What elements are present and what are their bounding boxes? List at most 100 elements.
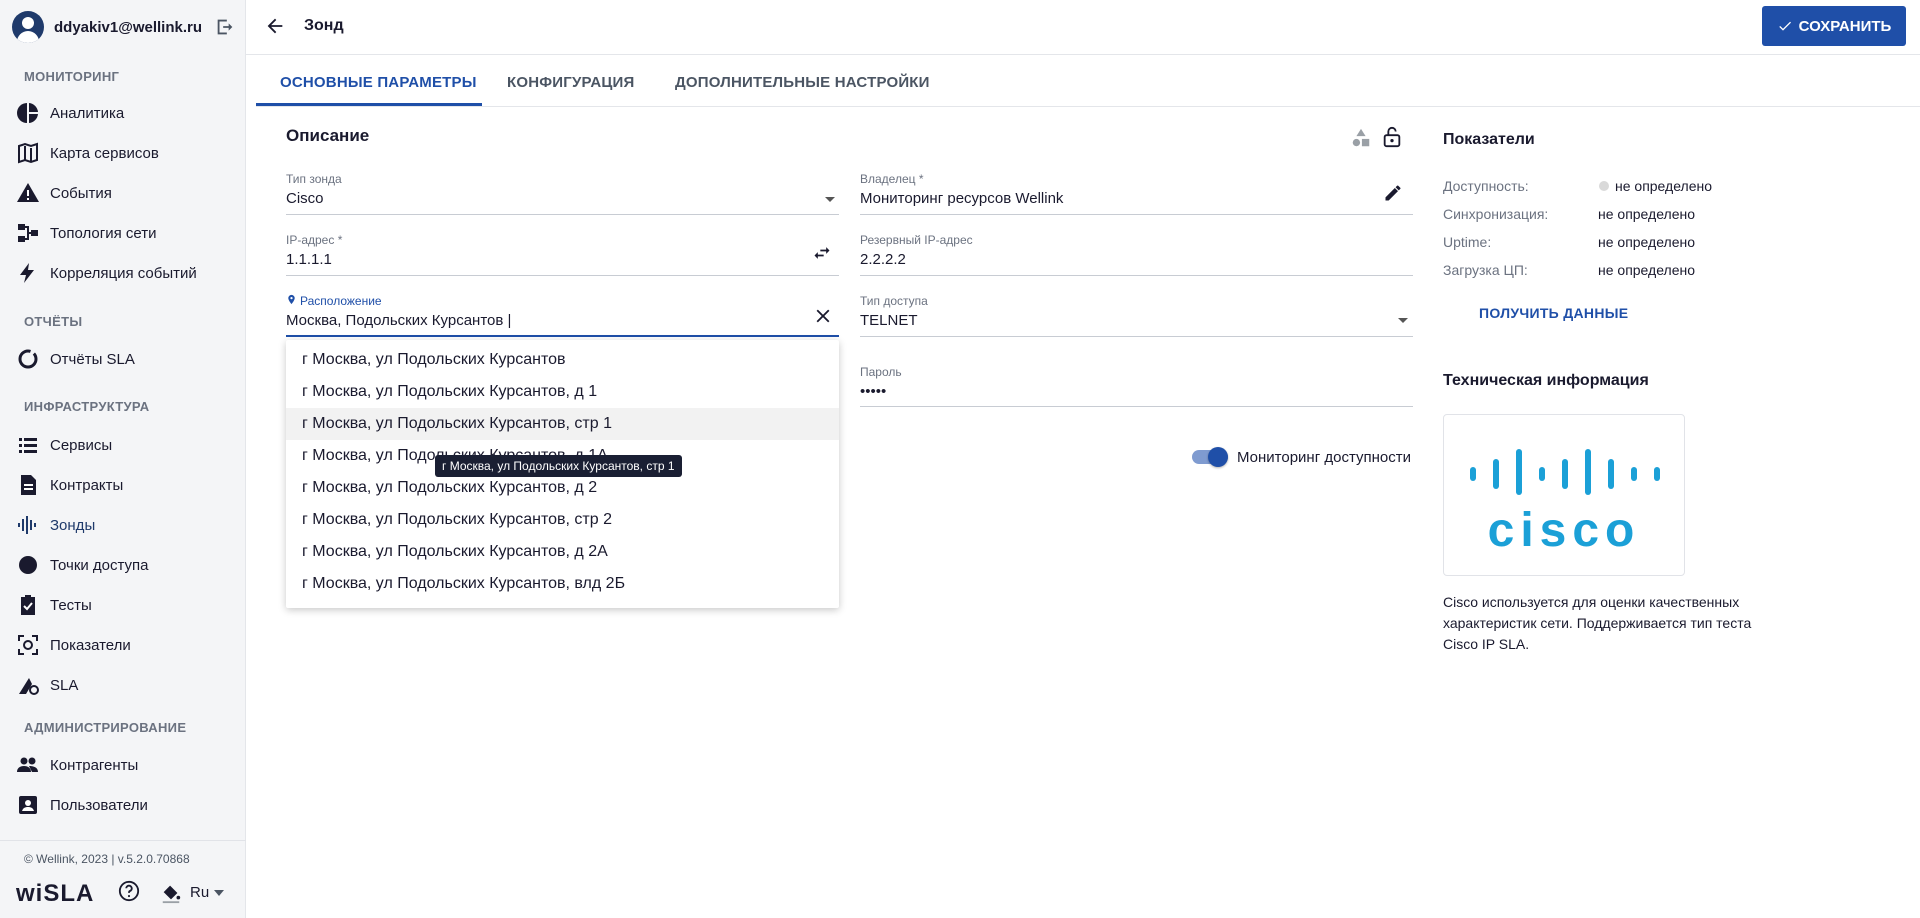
sidebar-item-probes[interactable]: Зонды [16,508,236,542]
shapes-icon[interactable] [1350,127,1372,149]
backup-ip-underline [860,275,1413,276]
location-input[interactable]: Москва, Подольских Курсантов | [286,312,511,329]
back-arrow-icon[interactable] [264,15,286,37]
sidebar-item-services[interactable]: Сервисы [16,428,236,462]
sidebar-item-label: Тесты [50,596,92,614]
access-type-underline [860,336,1413,337]
sidebar-item-metrics[interactable]: Показатели [16,628,236,662]
location-underline [286,335,839,337]
cisco-wordmark: cisco [1487,504,1641,557]
bolt-icon [20,263,34,283]
sidebar-item-access-points[interactable]: Точки доступа [16,548,236,582]
language-select[interactable]: Ru [190,884,209,901]
owner-field[interactable]: Мониторинг ресурсов Wellink [860,190,1063,207]
probe-type-label: Тип зонда [286,172,342,186]
suggestion-item[interactable]: г Москва, ул Подольских Курсантов, стр 2 [286,504,839,536]
sidebar-item-sla-reports[interactable]: Отчёты SLA [16,342,236,376]
user-badge-icon [19,796,37,814]
clipboard-check-icon [21,595,35,615]
description-title: Описание [286,126,370,145]
sidebar-item-topology[interactable]: Топология сети [16,216,236,250]
suggestion-item[interactable]: г Москва, ул Подольских Курсантов, влд 2… [286,568,839,600]
tab-main-params[interactable]: ОСНОВНЫЕ ПАРАМЕТРЫ [280,74,477,91]
owner-label: Владелец * [860,172,924,186]
availability-label: Доступность: [1443,178,1529,194]
cisco-bars-icon [1470,449,1660,495]
ip-label: IP-адрес * [286,233,343,247]
save-button[interactable]: СОХРАНИТЬ [1762,6,1906,46]
suggestion-item[interactable]: г Москва, ул Подольских Курсантов [286,344,839,376]
sidebar-item-label: Контракты [50,476,124,494]
sidebar-item-label: Пользователи [50,796,148,814]
sidebar-item-label: Зонды [50,516,96,534]
get-data-button[interactable]: ПОЛУЧИТЬ ДАННЫЕ [1479,305,1628,321]
backup-ip-label: Резервный IP-адрес [860,233,973,247]
waveform-icon [18,516,36,534]
toggle-knob[interactable] [1208,447,1228,467]
sidebar-item-label: События [50,184,112,202]
cpu-value: не определено [1598,262,1696,278]
status-dot [1599,181,1609,191]
suggestion-item[interactable]: г Москва, ул Подольских Курсантов, д 2А [286,536,839,568]
tab-advanced-settings[interactable]: ДОПОЛНИТЕЛЬНЫЕ НАСТРОЙКИ [675,74,930,91]
section-reports: ОТЧЁТЫ [24,314,83,329]
access-type-label: Тип доступа [860,294,928,308]
sidebar-item-sla[interactable]: SLA [16,668,236,702]
edit-pencil-icon[interactable] [1383,183,1403,203]
sidebar-item-events[interactable]: События [16,176,236,210]
sidebar: ddyakiv1@wellink.ru МОНИТОРИНГ Аналитика… [0,0,246,918]
suggestion-item[interactable]: г Москва, ул Подольских Курсантов, стр 1 [286,408,839,440]
sidebar-item-analytics[interactable]: Аналитика [16,96,236,130]
tabs-divider [256,106,1920,107]
section-monitoring: МОНИТОРИНГ [24,69,120,84]
metrics-title: Показатели [1443,131,1535,148]
topology-icon [18,224,38,242]
help-icon[interactable] [118,880,140,902]
location-label: Расположение [300,294,382,308]
document-icon [21,475,36,495]
chevron-down-icon[interactable] [825,197,835,202]
password-label: Пароль [860,365,902,379]
header-divider [246,54,1920,55]
sidebar-item-users[interactable]: Пользователи [16,788,236,822]
ip-field[interactable]: 1.1.1.1 [286,251,332,268]
sidebar-item-service-map[interactable]: Карта сервисов [16,136,236,170]
sidebar-item-label: Топология сети [50,224,157,242]
sidebar-item-label: Отчёты SLA [50,350,135,368]
password-field[interactable]: ••••• [860,383,886,400]
suggestion-item[interactable]: г Москва, ул Подольских Курсантов, д 1 [286,376,839,408]
sidebar-item-correlation[interactable]: Корреляция событий [16,256,236,290]
owner-underline [860,214,1413,215]
backup-ip-field[interactable]: 2.2.2.2 [860,251,906,268]
cpu-label: Загрузка ЦП: [1443,262,1528,278]
cisco-logo: cisco [1443,414,1685,576]
sidebar-item-tests[interactable]: Тесты [16,588,236,622]
sidebar-item-contractors[interactable]: Контрагенты [16,748,236,782]
sidebar-item-contracts[interactable]: Контракты [16,468,236,502]
unlock-icon[interactable] [1381,126,1403,148]
swap-icon[interactable] [812,243,832,263]
sla-icon [19,678,39,695]
access-type-select[interactable]: TELNET [860,312,918,329]
paint-bucket-icon[interactable] [160,882,182,904]
page-title: Зонд [304,17,344,34]
scan-icon [18,635,38,655]
probe-type-select[interactable]: Cisco [286,190,324,207]
chevron-down-icon[interactable] [214,890,224,896]
circle-icon [19,556,37,574]
location-pin-icon [288,294,295,305]
check-icon [1778,21,1791,31]
save-button-label: СОХРАНИТЬ [1798,17,1892,35]
probe-type-underline [286,214,839,215]
chevron-down-icon[interactable] [1398,318,1408,323]
close-icon[interactable] [812,305,834,327]
user-email: ddyakiv1@wellink.ru [54,18,203,36]
sidebar-item-label: SLA [50,676,79,694]
avatar[interactable] [12,11,44,43]
sidebar-item-label: Контрагенты [50,756,139,774]
availability-value: не определено [1615,178,1713,194]
tab-configuration[interactable]: КОНФИГУРАЦИЯ [507,74,635,91]
logout-icon[interactable] [214,16,236,38]
donut-icon [18,349,38,369]
password-underline [860,406,1413,407]
